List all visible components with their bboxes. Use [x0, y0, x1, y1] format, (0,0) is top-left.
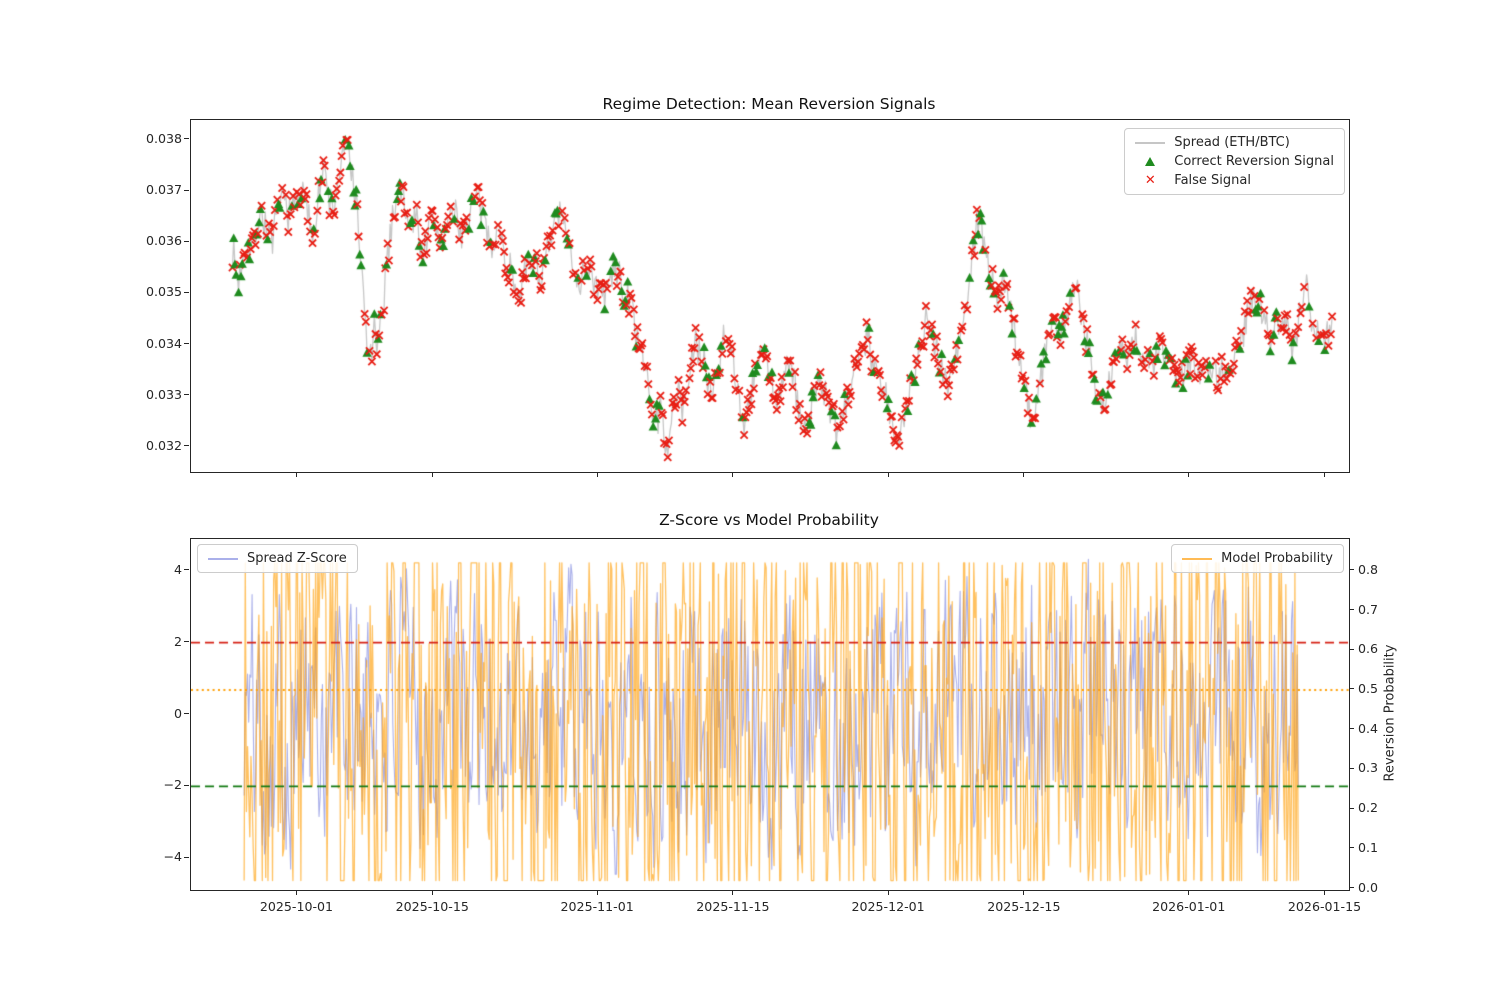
tick-mark [184, 569, 189, 570]
tick-label: 0 [120, 706, 182, 721]
figure: Regime Detection: Mean Reversion Signals… [0, 0, 1500, 1000]
legend-label-zscore: Spread Z-Score [247, 551, 347, 566]
tick-mark [1324, 472, 1325, 477]
tick-mark [1023, 472, 1024, 477]
tick-mark [888, 472, 889, 477]
bottom-chart-title: Z-Score vs Model Probability [190, 511, 1348, 529]
tick-mark [1349, 609, 1354, 610]
tick-mark [1349, 887, 1354, 888]
tick-label: 0.2 [1358, 800, 1378, 815]
tick-mark [432, 472, 433, 477]
tick-label: −2 [120, 777, 182, 792]
bottom-plot-area: Spread Z-Score Model Probability [190, 538, 1350, 891]
tick-label: 0.033 [120, 387, 182, 402]
tick-mark [1349, 688, 1354, 689]
tick-label: 2025-10-01 [241, 899, 351, 914]
tick-mark [184, 785, 189, 786]
tick-mark [184, 394, 189, 395]
tick-mark [1349, 768, 1354, 769]
tick-mark [184, 641, 189, 642]
tick-label: −4 [120, 849, 182, 864]
tick-label: 2025-11-15 [678, 899, 788, 914]
tick-mark [888, 890, 889, 895]
tick-label: 0.8 [1358, 562, 1378, 577]
tick-mark [1188, 890, 1189, 895]
legend-label-correct: Correct Reversion Signal [1174, 154, 1334, 169]
tick-label: 0.0 [1358, 880, 1378, 895]
tick-mark [184, 241, 189, 242]
tick-label: 0.6 [1358, 641, 1378, 656]
tick-mark [1349, 808, 1354, 809]
tick-mark [184, 190, 189, 191]
top-plot-area: Spread (ETH/BTC) Correct Reversion Signa… [190, 119, 1350, 473]
zscore-legend: Spread Z-Score [197, 544, 358, 573]
tick-label: 0.037 [120, 182, 182, 197]
legend-row-false: ✕ False Signal [1135, 173, 1334, 188]
tick-mark [1324, 890, 1325, 895]
tick-label: 2026-01-15 [1270, 899, 1380, 914]
tick-label: 0.035 [120, 284, 182, 299]
probability-line-icon [1182, 558, 1212, 560]
tick-mark [184, 713, 189, 714]
tick-mark [432, 890, 433, 895]
spread-line-icon [1135, 142, 1165, 144]
tick-label: 4 [120, 562, 182, 577]
tick-label: 0.032 [120, 438, 182, 453]
tick-label: 2 [120, 634, 182, 649]
tick-mark [184, 857, 189, 858]
tick-mark [1349, 569, 1354, 570]
tick-mark [1349, 649, 1354, 650]
tick-label: 0.1 [1358, 840, 1378, 855]
zscore-probability-canvas [191, 539, 1349, 890]
tick-label: 2025-12-15 [969, 899, 1079, 914]
tick-mark [184, 292, 189, 293]
legend-row-spread: Spread (ETH/BTC) [1135, 135, 1334, 150]
tick-mark [732, 472, 733, 477]
tick-label: 2025-12-01 [833, 899, 943, 914]
tick-mark [184, 343, 189, 344]
tick-mark [296, 890, 297, 895]
tick-label: 0.038 [120, 131, 182, 146]
tick-mark [184, 138, 189, 139]
tick-mark [597, 472, 598, 477]
x-marker-icon: ✕ [1135, 174, 1165, 187]
tick-mark [1023, 890, 1024, 895]
tick-label: 0.034 [120, 336, 182, 351]
legend-row-probability: Model Probability [1182, 551, 1333, 566]
tick-mark [732, 890, 733, 895]
legend-row-zscore: Spread Z-Score [208, 551, 347, 566]
tick-label: 2026-01-01 [1134, 899, 1244, 914]
tick-label: 0.7 [1358, 602, 1378, 617]
triangle-marker-icon [1135, 157, 1165, 166]
zscore-line-icon [208, 558, 238, 560]
tick-mark [296, 472, 297, 477]
tick-mark [184, 445, 189, 446]
tick-label: 2025-10-15 [377, 899, 487, 914]
tick-label: 2025-11-01 [542, 899, 652, 914]
legend-label-probability: Model Probability [1221, 551, 1333, 566]
tick-label: 0.4 [1358, 721, 1378, 736]
probability-legend: Model Probability [1171, 544, 1344, 573]
tick-label: 0.5 [1358, 681, 1378, 696]
legend-row-correct: Correct Reversion Signal [1135, 154, 1334, 169]
tick-mark [1188, 472, 1189, 477]
legend-label-false: False Signal [1174, 173, 1251, 188]
tick-mark [1349, 728, 1354, 729]
top-chart-title: Regime Detection: Mean Reversion Signals [190, 95, 1348, 113]
tick-mark [597, 890, 598, 895]
tick-mark [1349, 847, 1354, 848]
tick-label: 0.036 [120, 233, 182, 248]
legend-label-spread: Spread (ETH/BTC) [1174, 135, 1290, 150]
tick-label: 0.3 [1358, 760, 1378, 775]
right-axis-label: Reversion Probability [1383, 645, 1398, 782]
top-legend: Spread (ETH/BTC) Correct Reversion Signa… [1124, 128, 1345, 195]
